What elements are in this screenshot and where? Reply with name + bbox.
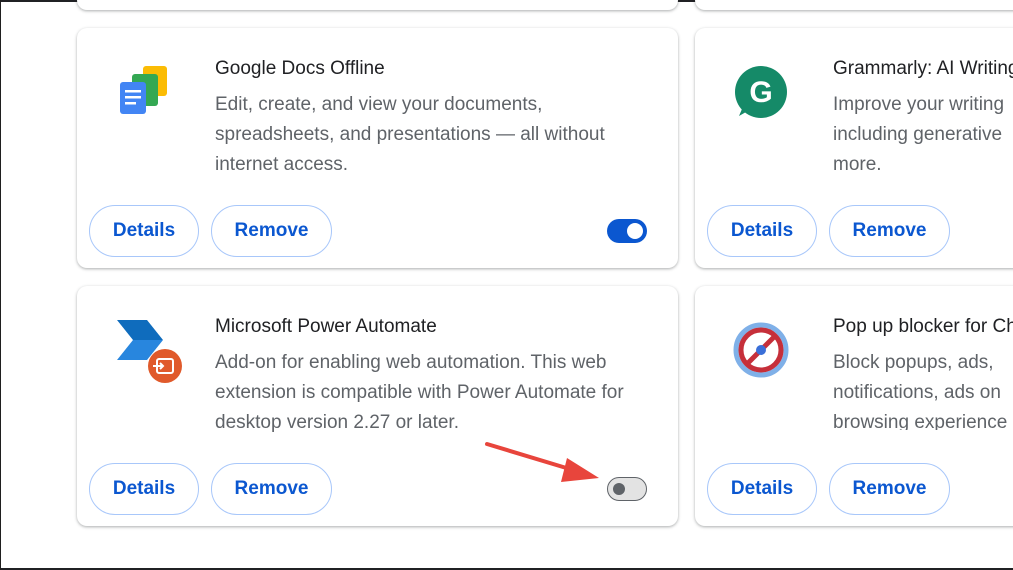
extension-description: Improve your writing including generativ… [833, 94, 1005, 172]
enable-toggle[interactable] [607, 477, 647, 501]
extension-title: Pop up blocker for Chrome [833, 316, 1013, 337]
extension-description: Edit, create, and view your documents, s… [215, 94, 605, 172]
remove-button[interactable]: Remove [211, 205, 332, 257]
extension-card-stub-left [77, 0, 678, 10]
svg-text:G: G [749, 76, 772, 109]
details-button[interactable]: Details [707, 463, 817, 515]
remove-button[interactable]: Remove [829, 463, 950, 515]
remove-button[interactable]: Remove [829, 205, 950, 257]
details-button[interactable]: Details [89, 463, 199, 515]
extension-card-stub-right [695, 0, 1013, 10]
extension-title: Grammarly: AI Writing [833, 58, 1013, 79]
grammarly-icon: G [731, 62, 789, 120]
extension-card-google-docs-offline: Google Docs Offline Edit, create, and vi… [77, 28, 678, 268]
popup-blocker-icon [731, 320, 789, 378]
google-docs-icon [113, 62, 171, 120]
extension-title: Microsoft Power Automate [215, 316, 437, 337]
enable-toggle[interactable] [607, 219, 647, 243]
remove-button[interactable]: Remove [211, 463, 332, 515]
power-automate-icon [113, 320, 182, 383]
details-button[interactable]: Details [89, 205, 199, 257]
extension-card-popup-blocker: Pop up blocker for Chrome Block popups, … [695, 286, 1013, 526]
extension-card-grammarly: G Grammarly: AI Writing Improve your wri… [695, 28, 1013, 268]
extension-description: Block popups, ads, notifications, ads on… [833, 352, 1008, 430]
extension-description: Add-on for enabling web automation. This… [215, 352, 624, 432]
toggle-knob [613, 483, 625, 495]
extension-title: Google Docs Offline [215, 58, 385, 79]
details-button[interactable]: Details [707, 205, 817, 257]
extension-card-power-automate: Microsoft Power Automate Add-on for enab… [77, 286, 678, 526]
toggle-knob [627, 223, 643, 239]
